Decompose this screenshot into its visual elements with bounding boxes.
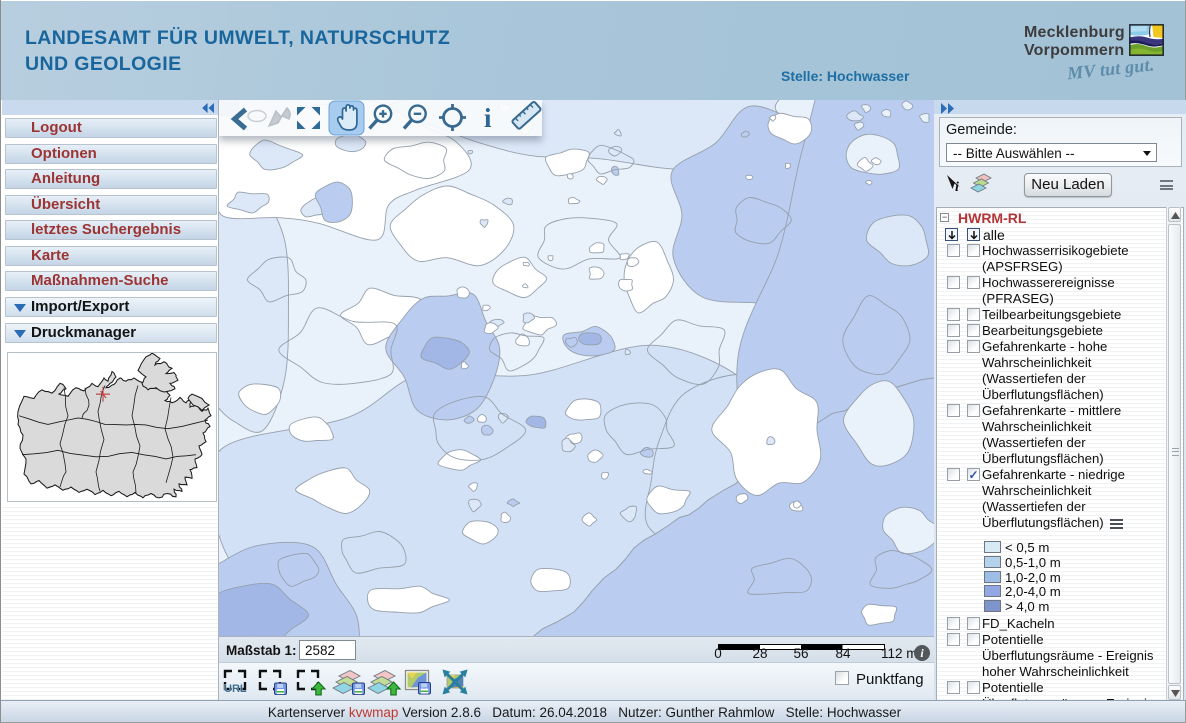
svg-text:i: i [484,103,492,133]
svg-text:i: i [955,180,959,193]
svg-text:URL: URL [224,683,247,695]
